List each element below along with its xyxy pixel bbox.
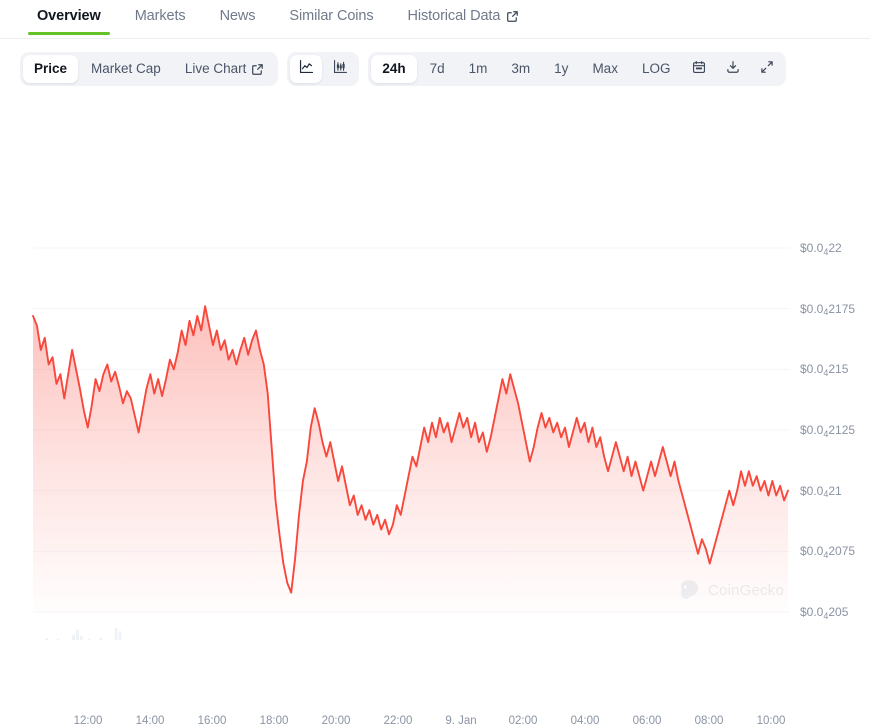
x-axis-tick-label: 08:00 [695,715,724,727]
date-picker-button[interactable] [683,55,715,83]
y-axis-tick-label: $0.0422 [800,241,842,255]
log-scale-toggle-label: LOG [642,61,671,77]
volume-bar [72,635,75,640]
price-chart[interactable]: CoinGecko $0.0422$0.042175$0.04215$0.042… [0,100,870,640]
volume-bar [119,631,122,640]
price-area [33,306,788,612]
volume-bar [80,636,83,640]
tab-markets-label: Markets [135,8,186,24]
x-axis-tick-label: 04:00 [571,715,600,727]
download-icon [725,59,741,80]
tab-similar-coins-label: Similar Coins [289,8,373,24]
volume-bar [99,638,102,640]
x-axis-tick-label: 16:00 [198,715,227,727]
line-chart-icon [298,58,315,80]
range-option-7d[interactable]: 7d [419,55,456,83]
range-option-3m-label: 3m [511,61,530,77]
metric-option-price-label: Price [34,61,67,77]
log-scale-toggle[interactable]: LOG [631,55,682,83]
range-option-7d-label: 7d [430,61,445,77]
price-chart-canvas[interactable] [0,100,870,640]
chart-type-line-button[interactable] [290,55,322,83]
range-option-1y-label: 1y [554,61,568,77]
metric-segmented-control: Price Market Cap Live Chart [20,52,278,86]
y-axis-tick-label: $0.042175 [800,302,855,316]
x-axis-tick-label: 10:00 [757,715,786,727]
metric-option-market-cap[interactable]: Market Cap [80,55,172,83]
x-axis-tick-label: 12:00 [74,715,103,727]
chart-type-candlestick-button[interactable] [324,55,356,83]
x-axis-tick-label: 14:00 [136,715,165,727]
range-option-max-label: Max [592,61,618,77]
chart-type-segmented-control [287,52,359,86]
y-axis-tick-label: $0.042075 [800,544,855,558]
x-axis-tick-label: 22:00 [384,715,413,727]
expand-icon [759,59,775,80]
metric-option-market-cap-label: Market Cap [91,61,161,77]
chart-volume-bars[interactable] [34,628,788,640]
volume-bar [88,639,91,640]
range-option-24h[interactable]: 24h [371,55,416,83]
tab-similar-coins[interactable]: Similar Coins [272,0,390,35]
x-axis-tick-label: 20:00 [322,715,351,727]
range-option-24h-label: 24h [382,61,405,77]
tab-historical-data-label: Historical Data [408,8,501,24]
metric-option-live-chart-label: Live Chart [185,61,247,77]
download-button[interactable] [717,55,749,83]
tab-news-label: News [220,8,256,24]
time-range-segmented-control: 24h 7d 1m 3m 1y Max LOG [368,52,786,86]
range-option-1y[interactable]: 1y [543,55,579,83]
tab-historical-data[interactable]: Historical Data [391,0,537,35]
tab-news[interactable]: News [203,0,273,35]
range-option-1m[interactable]: 1m [458,55,499,83]
tab-overview-label: Overview [37,8,101,24]
candlestick-chart-icon [332,58,349,80]
tab-markets[interactable]: Markets [118,0,203,35]
volume-bar [76,630,79,640]
metric-option-live-chart[interactable]: Live Chart [174,55,276,83]
tab-overview[interactable]: Overview [20,0,118,35]
external-link-icon [251,63,264,76]
chart-toolbar: Price Market Cap Live Chart [0,40,870,86]
tab-bar: Overview Markets News Similar Coins Hist… [0,0,870,40]
x-axis-tick-label: 06:00 [633,715,662,727]
range-option-max[interactable]: Max [581,55,629,83]
x-axis-tick-label: 18:00 [260,715,289,727]
y-axis-tick-label: $0.04215 [800,362,848,376]
x-axis-tick-label: 02:00 [509,715,538,727]
volume-bar [45,638,48,640]
volume-bar [57,639,60,640]
y-axis-tick-label: $0.042125 [800,423,855,437]
external-link-icon [506,10,519,23]
fullscreen-button[interactable] [751,55,783,83]
y-axis-tick-label: $0.04205 [800,605,848,619]
calendar-icon [691,59,707,80]
range-option-1m-label: 1m [469,61,488,77]
x-axis-tick-label: 9. Jan [445,715,476,727]
y-axis-tick-label: $0.0421 [800,484,842,498]
metric-option-price[interactable]: Price [23,55,78,83]
tab-bar-divider [0,38,870,39]
range-option-3m[interactable]: 3m [500,55,541,83]
volume-bar [115,628,118,640]
chart-area-fill [33,306,788,612]
